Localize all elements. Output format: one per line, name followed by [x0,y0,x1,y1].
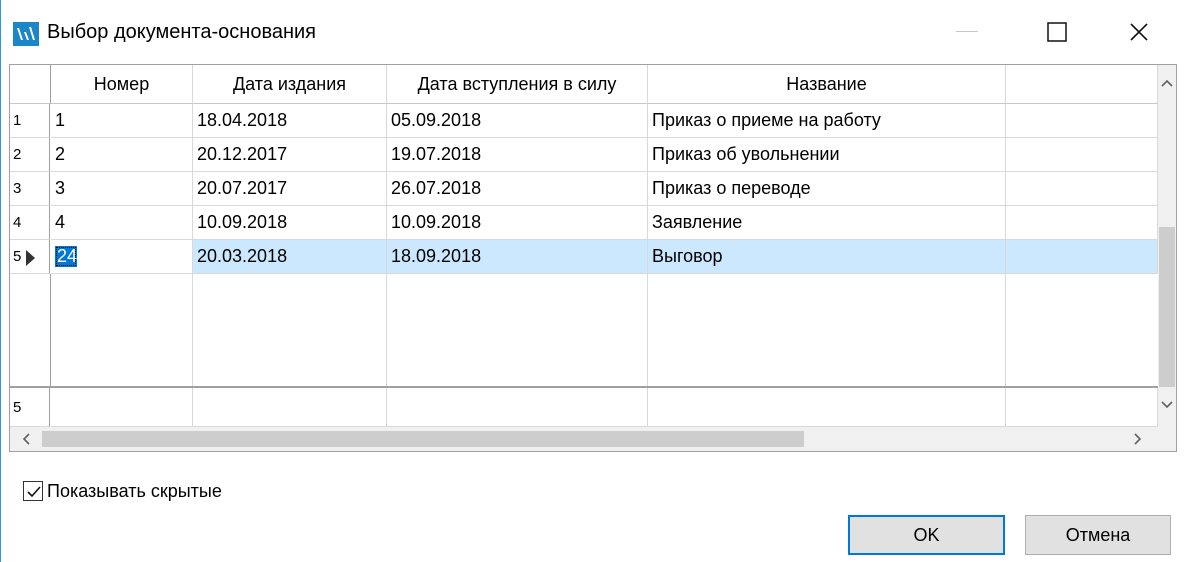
minimize-icon [956,31,978,32]
cell-number[interactable]: 2 [51,138,193,172]
window-title: Выбор документа-основания [47,21,317,43]
cell-name[interactable]: Приказ о приеме на работу [648,104,1006,138]
cell-issue-date[interactable] [193,388,387,427]
table-row[interactable]: 1 1 18.04.2018 05.09.2018 Приказ о прием… [10,104,1158,138]
cell-effective-date[interactable]: 26.07.2018 [387,172,648,206]
cell-issue-date[interactable]: 10.09.2018 [193,206,387,240]
current-row-arrow-icon [26,250,35,266]
chevron-down-icon [1161,401,1173,409]
show-hidden-option[interactable]: Показывать скрытые [23,479,222,503]
horizontal-scroll-thumb[interactable] [42,431,804,447]
row-header[interactable]: 3 [10,172,50,206]
scroll-up-button[interactable] [1158,73,1176,93]
dialog-window: Выбор документа-основания Номер Дата изд… [0,0,1185,562]
title-bar[interactable]: Выбор документа-основания [1,0,1185,64]
vertical-scrollbar[interactable] [1158,65,1176,427]
new-row[interactable]: 5 [10,388,1158,427]
row-header[interactable]: 2 [10,138,50,172]
row-header-label: 5 [13,248,22,265]
show-hidden-label[interactable]: Показывать скрытые [47,481,222,502]
empty-column [51,274,193,386]
empty-column [10,274,51,386]
grid-empty-area [10,274,1158,386]
cell-number[interactable]: 4 [51,206,193,240]
cell-name[interactable]: Выговор [648,240,1006,274]
cell-effective-date[interactable]: 19.07.2018 [387,138,648,172]
row-header[interactable]: 1 [10,104,50,138]
cell-number[interactable] [51,388,193,427]
column-header-number[interactable]: Номер [51,65,193,104]
cell-extra[interactable] [1006,388,1158,427]
cell-effective-date[interactable]: 05.09.2018 [387,104,648,138]
table-row-selected[interactable]: 5 24 20.03.2018 18.09.2018 Выговор [10,240,1158,274]
ok-button[interactable]: OK [848,515,1005,555]
row-header[interactable]: 4 [10,206,50,240]
documents-grid[interactable]: Номер Дата издания Дата вступления в сил… [9,64,1177,452]
empty-column [648,274,1006,386]
row-header[interactable]: 5 [10,388,50,427]
checkmark-icon [27,486,41,498]
table-row[interactable]: 3 3 20.07.2017 26.07.2018 Приказ о перев… [10,172,1158,206]
row-header[interactable]: 5 [10,240,50,274]
cell-effective-date[interactable]: 18.09.2018 [387,240,648,274]
maximize-icon [1047,22,1067,42]
cell-name[interactable] [648,388,1006,427]
column-header-issue-date[interactable]: Дата издания [193,65,387,104]
chevron-left-icon [22,433,30,445]
maximize-button[interactable] [1025,8,1089,56]
cell-number[interactable]: 3 [51,172,193,206]
column-header-extra[interactable] [1006,65,1158,104]
cell-name[interactable]: Приказ об увольнении [648,138,1006,172]
cancel-button[interactable]: Отмена [1025,515,1171,555]
scroll-left-button[interactable] [16,429,36,449]
app-logo-icon [13,22,39,46]
horizontal-scrollbar[interactable] [10,427,1176,451]
empty-column [387,274,648,386]
cell-name[interactable]: Приказ о переводе [648,172,1006,206]
close-button[interactable] [1107,8,1171,56]
chevron-up-icon [1161,79,1173,87]
cell-issue-date[interactable]: 18.04.2018 [193,104,387,138]
cell-effective-date[interactable] [387,388,648,427]
cell-number-focused[interactable]: 24 [55,246,78,267]
chevron-right-icon [1134,433,1142,445]
show-hidden-checkbox[interactable] [23,481,43,501]
cell-extra[interactable] [1006,206,1158,240]
cell-issue-date[interactable]: 20.07.2017 [193,172,387,206]
empty-column [193,274,387,386]
close-icon [1130,23,1148,41]
minimize-button[interactable] [935,8,999,56]
column-header-name[interactable]: Название [648,65,1006,104]
cell-extra[interactable] [1006,240,1158,274]
vertical-scroll-thumb[interactable] [1159,227,1175,387]
cell-number[interactable]: 24 [51,240,193,274]
table-row[interactable]: 2 2 20.12.2017 19.07.2018 Приказ об увол… [10,138,1158,172]
table-row[interactable]: 4 4 10.09.2018 10.09.2018 Заявление [10,206,1158,240]
cell-extra[interactable] [1006,104,1158,138]
cell-issue-date[interactable]: 20.03.2018 [193,240,387,274]
column-header-effective-date[interactable]: Дата вступления в силу [387,65,648,104]
cell-name[interactable]: Заявление [648,206,1006,240]
cell-extra[interactable] [1006,172,1158,206]
cell-issue-date[interactable]: 20.12.2017 [193,138,387,172]
cell-number[interactable]: 1 [51,104,193,138]
scroll-down-button[interactable] [1158,395,1176,415]
cell-extra[interactable] [1006,138,1158,172]
cell-effective-date[interactable]: 10.09.2018 [387,206,648,240]
corner-header [10,65,51,104]
scroll-right-button[interactable] [1128,429,1148,449]
